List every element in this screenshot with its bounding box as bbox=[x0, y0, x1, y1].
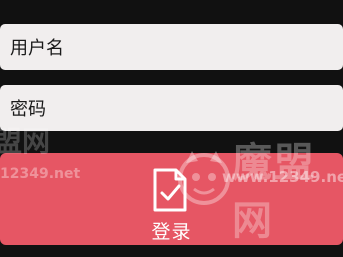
watermark-devil-logo-icon bbox=[178, 151, 230, 205]
password-placeholder: 密码 bbox=[10, 99, 46, 120]
username-field[interactable]: 用户名 bbox=[0, 24, 343, 70]
login-label: 登录 bbox=[151, 221, 192, 243]
login-screen: 用户名 密码 登录 魔盟网 www.12349.net 盟网 12349.net bbox=[0, 0, 343, 257]
login-button[interactable]: 登录 bbox=[0, 153, 343, 245]
password-field[interactable]: 密码 bbox=[0, 85, 343, 131]
username-placeholder: 用户名 bbox=[10, 38, 64, 59]
